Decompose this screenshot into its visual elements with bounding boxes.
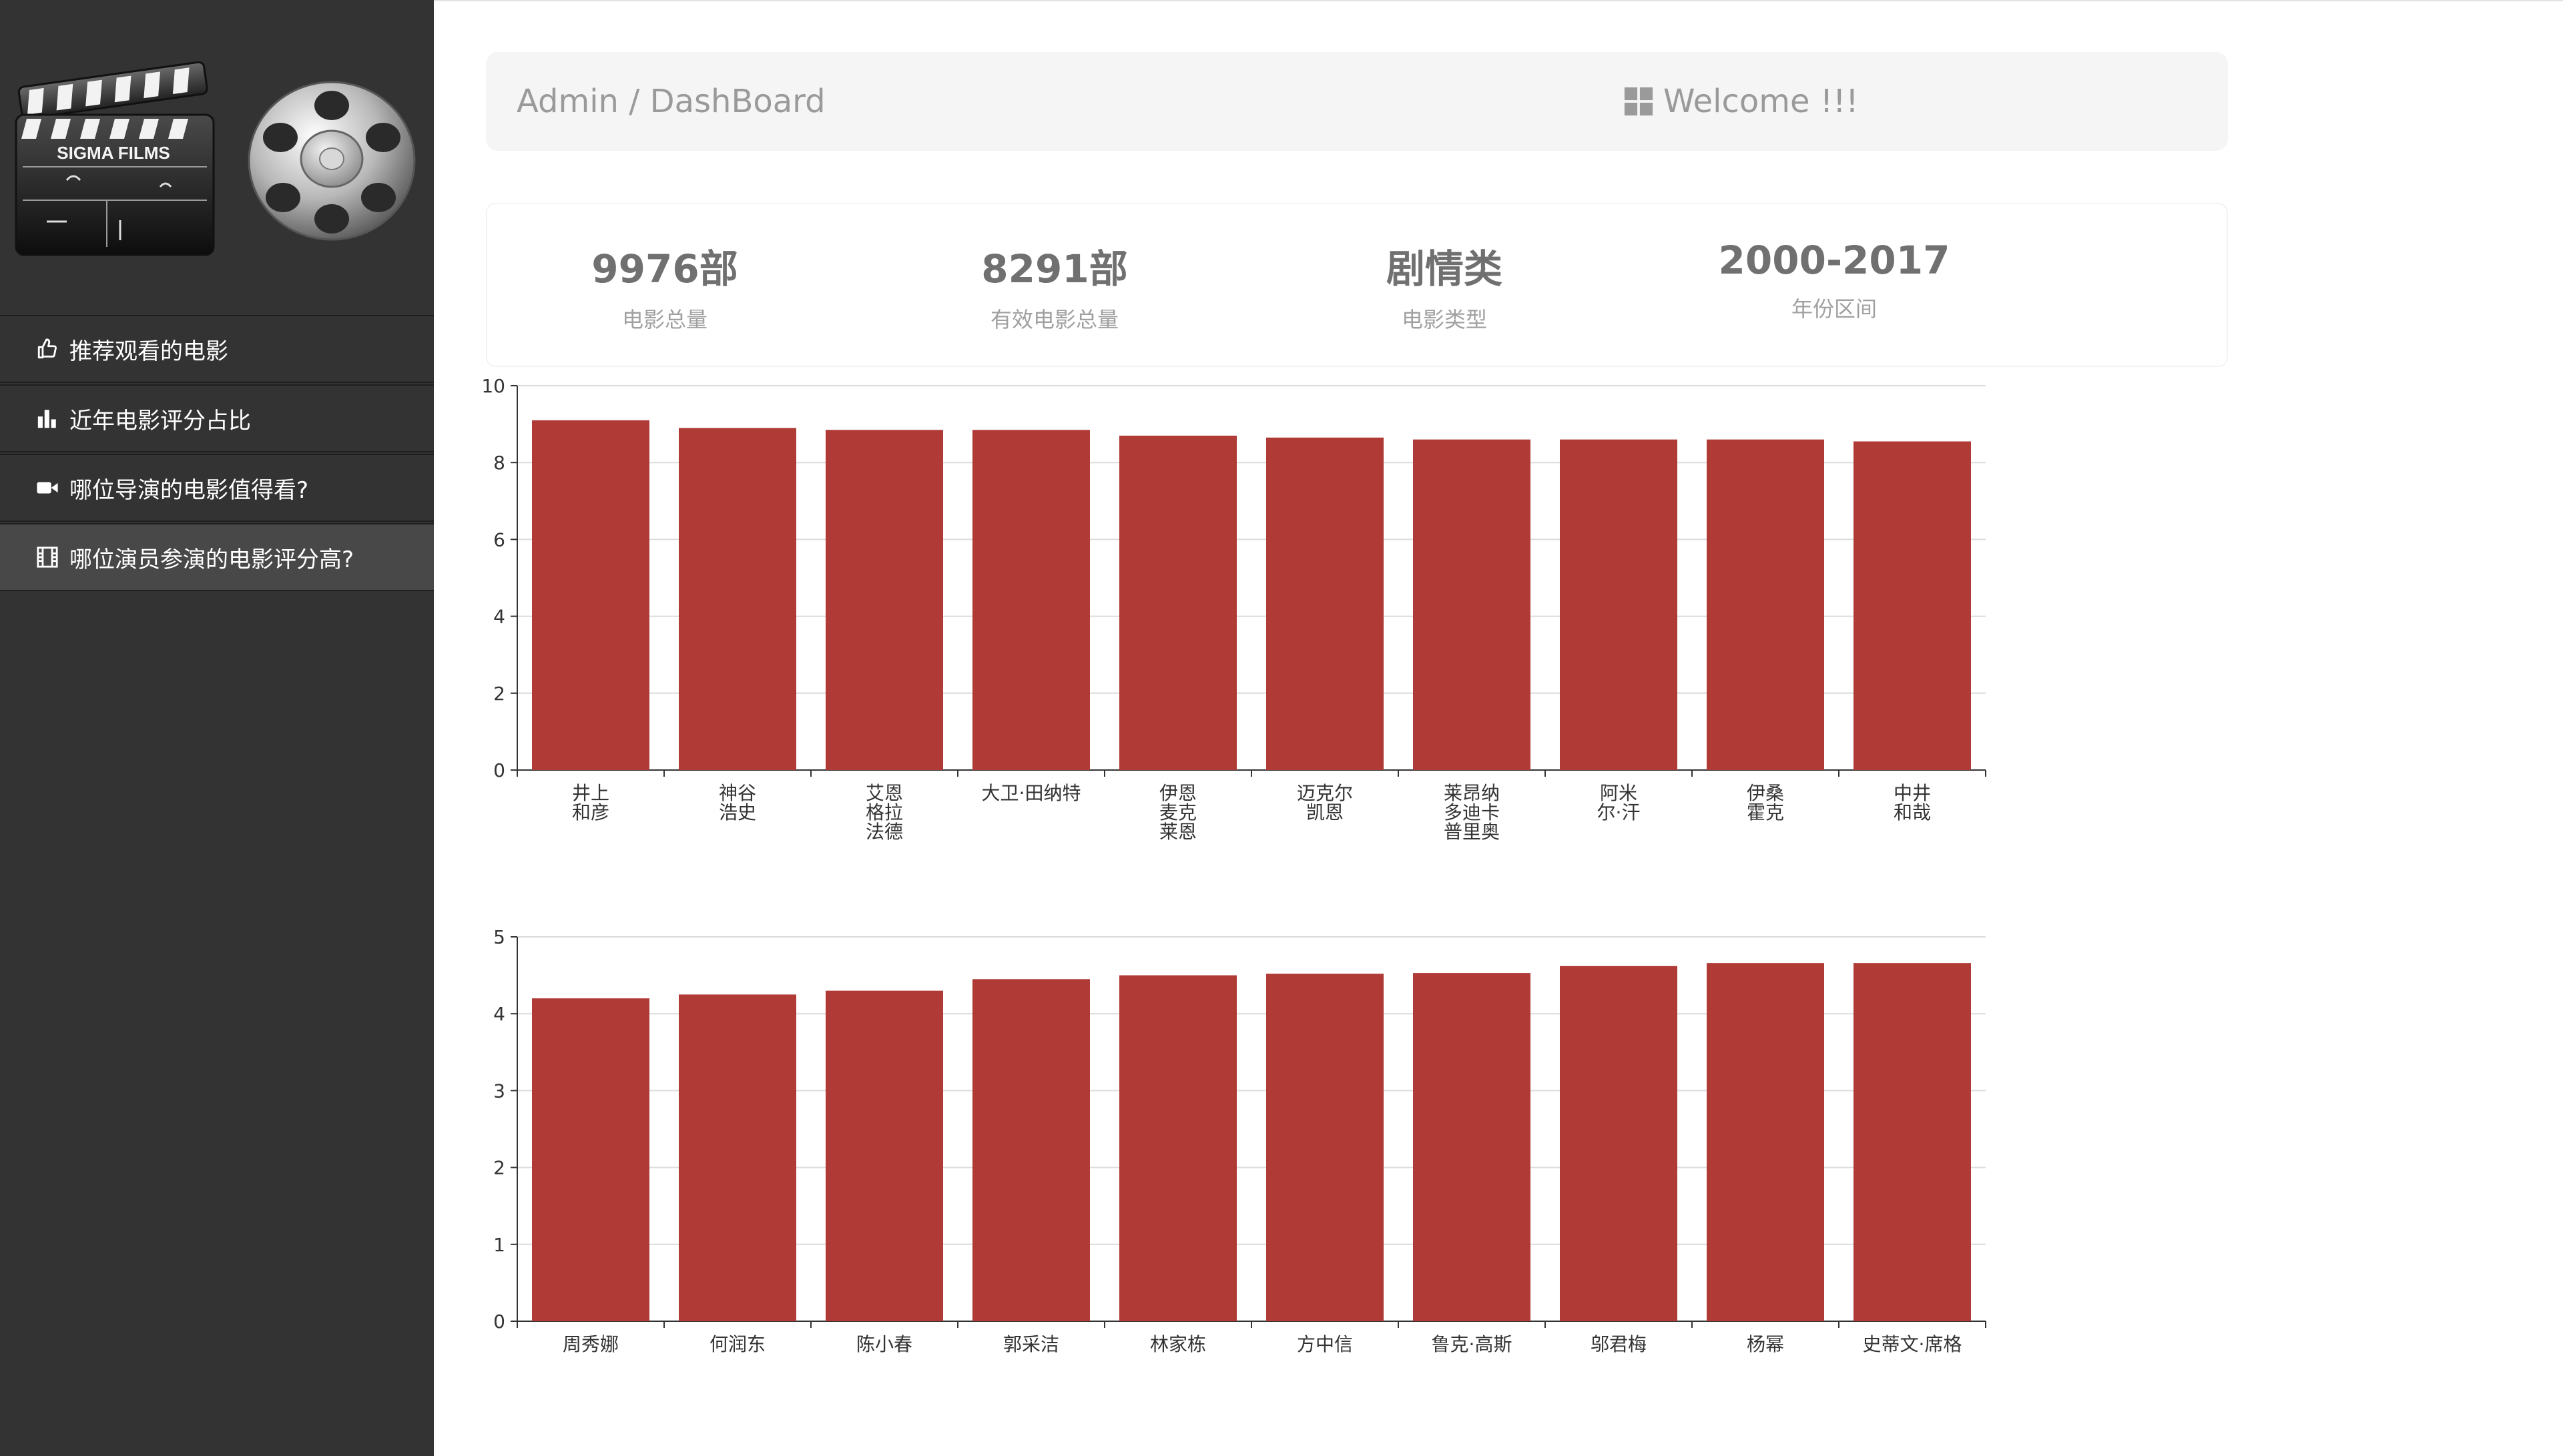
- x-tick-label: 史蒂文·席格: [1863, 1333, 1962, 1355]
- sidebar-item-label: 哪位演员参演的电影评分高?: [69, 546, 354, 573]
- sidebar-menu: 推荐观看的电影 近年电影评分占比 哪位导演的电影值得看? 哪位演员参演的电影评分…: [0, 315, 434, 593]
- bar[interactable]: [532, 420, 649, 770]
- y-tick-label: 8: [493, 452, 505, 474]
- y-tick-label: 3: [493, 1080, 505, 1102]
- welcome-message: Welcome !!!: [1623, 52, 1859, 151]
- y-tick-label: 0: [493, 759, 505, 781]
- stat-total-movies: 9976部 电影总量: [498, 238, 832, 334]
- bar[interactable]: [826, 990, 943, 1321]
- bar[interactable]: [972, 979, 1090, 1321]
- stat-value: 8291部: [981, 246, 1128, 292]
- x-tick-label: 邬君梅: [1591, 1333, 1647, 1355]
- director-rating-chart: 0 2 4 6 8 10 井上 和彦 神谷 浩史 艾恩 格拉 法德 大卫·田纳特 伊恩 麦克 莱恩 迈克尔 凯恩 莱昂…: [467, 366, 2002, 859]
- y-tick-label: 4: [493, 1003, 505, 1025]
- bar[interactable]: [1854, 963, 1971, 1321]
- y-tick-label: 1: [493, 1234, 505, 1256]
- y-tick-label: 4: [493, 606, 505, 628]
- x-tick-label: 和哉: [1894, 801, 1931, 823]
- sidebar-item-rating-ratio[interactable]: 近年电影评分占比: [0, 384, 434, 452]
- y-tick-label: 0: [493, 1311, 505, 1333]
- bar[interactable]: [1413, 439, 1530, 770]
- x-tick-label: 莱恩: [1159, 821, 1197, 843]
- x-tick-label: 霍克: [1747, 801, 1784, 823]
- bar[interactable]: [1266, 974, 1384, 1321]
- x-tick-label: 大卫·田纳特: [982, 782, 1081, 804]
- film-reel-logo: [248, 81, 416, 241]
- stat-valid-movies: 8291部 有效电影总量: [888, 238, 1221, 334]
- video-camera-icon: [35, 475, 60, 500]
- logo-area: SIGMA FILMS: [0, 0, 434, 314]
- bar[interactable]: [972, 430, 1090, 770]
- breadcrumb-bar: Admin / DashBoard Welcome !!!: [486, 52, 2228, 151]
- bar[interactable]: [1854, 441, 1971, 770]
- y-tick-label: 2: [493, 683, 505, 705]
- bar[interactable]: [826, 430, 943, 770]
- stats-panel: 9976部 电影总量 8291部 有效电影总量 剧情类 电影类型 2000-20…: [486, 203, 2228, 367]
- x-tick-label: 法德: [866, 821, 903, 843]
- sidebar-item-label: 哪位导演的电影值得看?: [69, 476, 309, 504]
- stat-value: 剧情类: [1386, 246, 1502, 292]
- stat-label: 年份区间: [1791, 296, 1877, 322]
- bar[interactable]: [1560, 966, 1677, 1321]
- y-tick-label: 6: [493, 528, 505, 551]
- x-tick-label: 郭采洁: [1003, 1333, 1059, 1355]
- x-tick-label: 杨幂: [1747, 1333, 1784, 1355]
- bar[interactable]: [1119, 975, 1237, 1321]
- y-tick-label: 10: [481, 375, 505, 397]
- x-tick-label: 普里奥: [1444, 821, 1500, 843]
- x-tick-label: 何润东: [709, 1333, 766, 1355]
- actor-rating-chart: 0 1 2 3 4 5 周秀娜 何润东 陈小春 郭采洁 林家栋 方中信 鲁克·高斯 邬君梅 杨幂 史蒂文·席格: [467, 916, 2002, 1369]
- thumbs-up-icon: [35, 336, 60, 362]
- x-tick-label: 凯恩: [1306, 801, 1344, 823]
- x-tick-label: 鲁克·高斯: [1432, 1333, 1512, 1355]
- stat-label: 电影类型: [1401, 307, 1487, 332]
- stat-label: 有效电影总量: [990, 307, 1119, 332]
- x-tick-label: 林家栋: [1150, 1333, 1206, 1355]
- sidebar-item-label: 推荐观看的电影: [69, 338, 228, 365]
- bar[interactable]: [532, 998, 649, 1321]
- x-tick-label: 周秀娜: [563, 1333, 619, 1355]
- stat-movie-genre: 剧情类 电影类型: [1277, 238, 1611, 334]
- x-tick-label: 尔·汗: [1597, 801, 1641, 823]
- stat-value: 9976部: [591, 246, 738, 292]
- film-icon: [35, 544, 60, 570]
- sidebar: SIGMA FILMS 推荐观看的电影 近年电影评分占比 哪位导演的电影值得看?…: [0, 0, 434, 1456]
- clapper-brand-text: SIGMA FILMS: [57, 143, 170, 163]
- director-rating-chart-svg: 0246810井上和彦神谷浩史艾恩格拉法德大卫·田纳特 伊恩麦克莱恩迈克尔凯恩莱昂…: [481, 375, 1986, 843]
- stat-year-range: 2000-2017 年份区间: [1667, 238, 2001, 323]
- stat-value: 2000-2017: [1718, 238, 1950, 283]
- bar[interactable]: [1560, 439, 1677, 770]
- y-tick-label: 2: [493, 1157, 505, 1179]
- bar-chart-icon: [35, 406, 60, 431]
- stat-label: 电影总量: [621, 307, 707, 332]
- x-tick-label: 和彦: [572, 801, 609, 823]
- sidebar-item-label: 近年电影评分占比: [69, 407, 251, 434]
- sidebar-item-recommended-movies[interactable]: 推荐观看的电影: [0, 315, 434, 383]
- bar[interactable]: [1413, 973, 1530, 1321]
- bar[interactable]: [1266, 437, 1384, 770]
- welcome-text: Welcome !!!: [1663, 83, 1859, 120]
- breadcrumb: Admin / DashBoard: [517, 83, 826, 120]
- actor-rating-chart-svg: 0 1 2 3 4 5 周秀娜 何润东 陈小春 郭采洁 林家栋 方中信 鲁克·高斯 邬君梅 杨幂 史蒂文·席格: [493, 926, 1986, 1355]
- dashboard-grid-icon: [1624, 87, 1653, 116]
- bar[interactable]: [1707, 963, 1824, 1321]
- bar[interactable]: [1707, 439, 1824, 770]
- y-tick-label: 5: [493, 926, 505, 948]
- bar[interactable]: [679, 994, 796, 1321]
- x-tick-label: 浩史: [719, 801, 756, 823]
- sidebar-item-actors[interactable]: 哪位演员参演的电影评分高?: [0, 523, 434, 591]
- x-tick-label: 陈小春: [856, 1333, 912, 1355]
- bar[interactable]: [679, 428, 796, 770]
- x-tick-label: 方中信: [1297, 1333, 1353, 1355]
- bar[interactable]: [1119, 435, 1237, 770]
- clapperboard-logo: SIGMA FILMS: [15, 61, 215, 256]
- sidebar-item-directors[interactable]: 哪位导演的电影值得看?: [0, 454, 434, 522]
